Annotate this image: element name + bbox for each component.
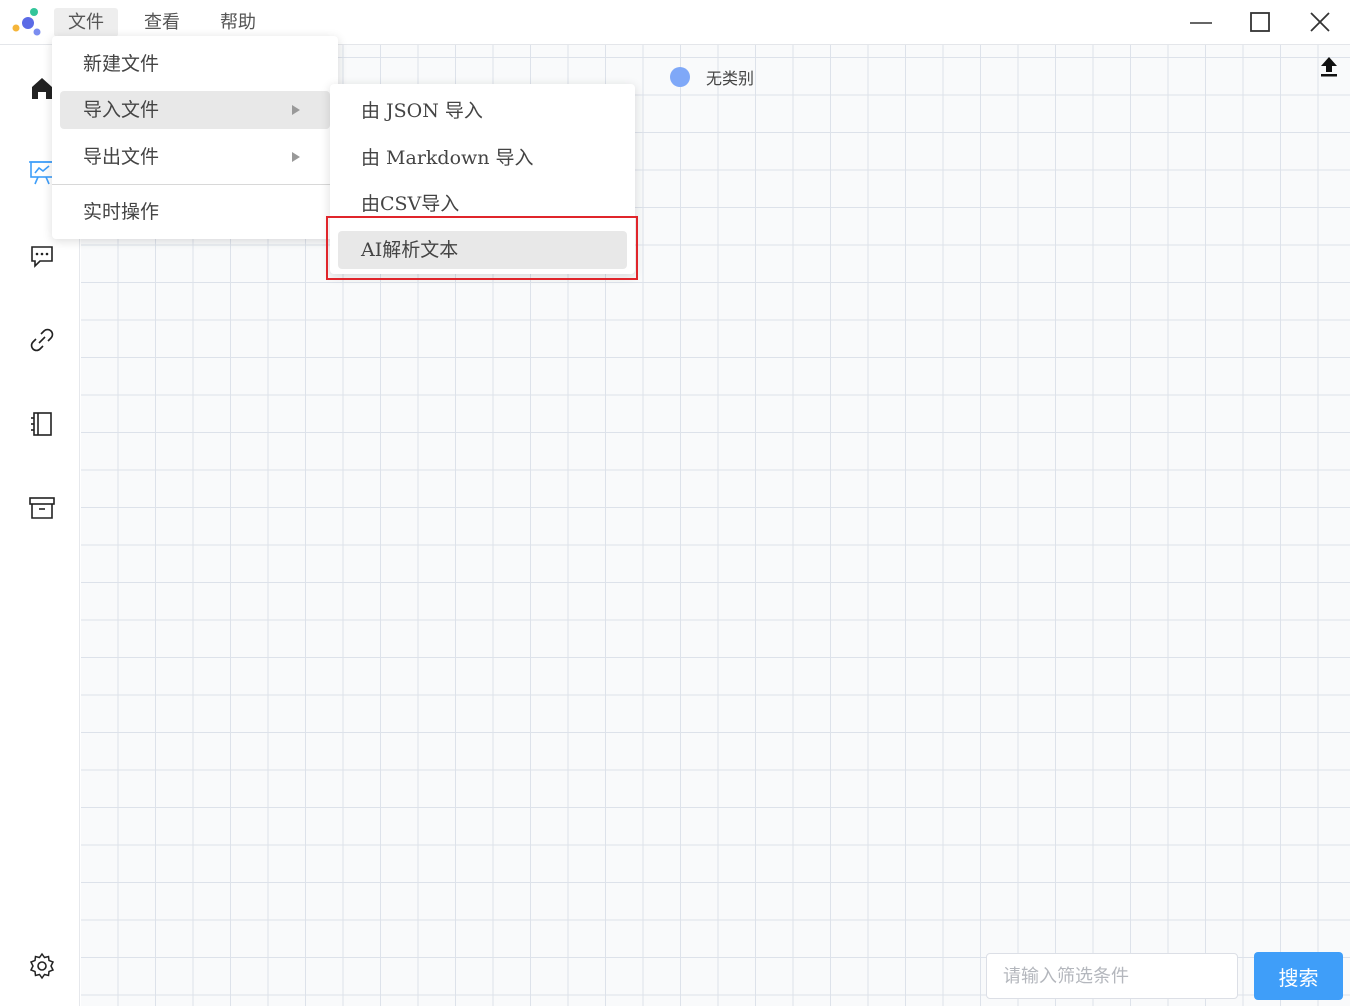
menu-help[interactable]: 帮助: [206, 8, 270, 37]
settings-icon[interactable]: [27, 951, 57, 981]
import-submenu: 由 JSON 导入 由 Markdown 导入 由CSV导入 AI解析文本: [330, 84, 635, 274]
submenu-arrow-icon: [292, 105, 300, 115]
notebook-icon[interactable]: [27, 409, 57, 439]
menu-item-import-json[interactable]: 由 JSON 导入: [338, 92, 627, 130]
search-input[interactable]: [986, 953, 1238, 999]
archive-icon[interactable]: [27, 493, 57, 523]
search-button[interactable]: 搜索: [1254, 952, 1343, 1000]
menu-item-new-file[interactable]: 新建文件: [60, 45, 330, 83]
menu-divider: [52, 184, 338, 185]
menu-file[interactable]: 文件: [54, 8, 118, 37]
link-icon[interactable]: [27, 325, 57, 355]
menu-item-realtime-ops[interactable]: 实时操作: [60, 193, 330, 231]
minimize-icon[interactable]: [1186, 8, 1216, 38]
file-menu: 新建文件 导入文件 导出文件 实时操作: [52, 36, 338, 239]
legend-label: 无类别: [706, 69, 755, 88]
message-icon[interactable]: [27, 241, 57, 271]
menu-item-label: 导出文件: [83, 146, 160, 168]
menu-view[interactable]: 查看: [130, 8, 194, 37]
upload-icon[interactable]: [1316, 54, 1342, 80]
app-logo-icon: [12, 8, 41, 36]
menu-item-import-file[interactable]: 导入文件: [60, 91, 330, 129]
maximize-icon[interactable]: [1245, 8, 1275, 38]
category-legend: 无类别: [670, 66, 754, 88]
menu-item-ai-parse-text[interactable]: AI解析文本: [338, 231, 627, 269]
menu-item-export-file[interactable]: 导出文件: [60, 138, 330, 176]
legend-color-dot: [670, 67, 690, 87]
menu-item-import-markdown[interactable]: 由 Markdown 导入: [338, 139, 627, 177]
menu-item-label: 导入文件: [83, 99, 160, 121]
submenu-arrow-icon: [292, 152, 300, 162]
menu-item-import-csv[interactable]: 由CSV导入: [338, 185, 627, 223]
close-icon[interactable]: [1305, 8, 1335, 38]
